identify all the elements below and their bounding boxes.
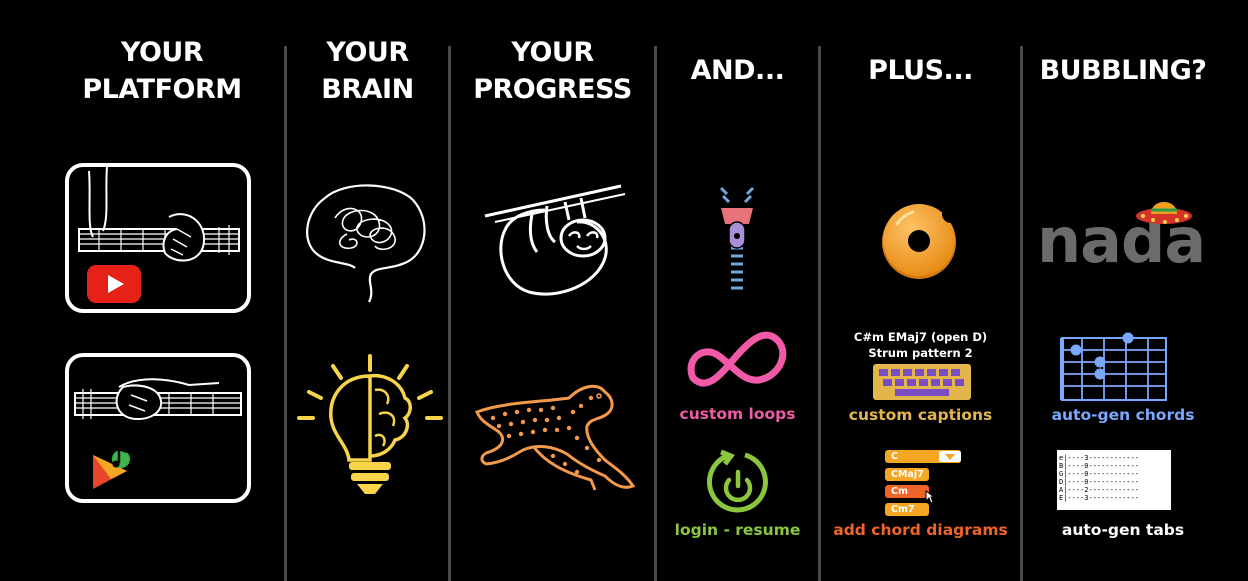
column-title: AND...: [690, 55, 785, 86]
chord-option-selected[interactable]: Cm: [885, 485, 929, 498]
infinity-icon: [685, 330, 793, 398]
cheetah-icon: [473, 372, 639, 498]
cursor-icon: [925, 490, 936, 504]
tab-sheet-icon: e|----3------------ B|----0------------ …: [1057, 450, 1171, 510]
column-title: PLUS...: [868, 55, 973, 86]
column-progress: YOUR PROGRESS: [451, 0, 654, 581]
column-title: YOUR BRAIN: [321, 37, 414, 105]
column-bubbling: BUBBLING? nada auto-gen chords e|----3--…: [1023, 0, 1223, 581]
chevron-down-icon[interactable]: [939, 451, 961, 462]
auto-gen-chords-caption: auto-gen chords: [1051, 406, 1195, 424]
tab-line: D|----0------------: [1059, 478, 1140, 486]
custom-loops-caption: custom loops: [679, 405, 796, 423]
sloth-icon: [484, 180, 626, 304]
scribble-brain-icon: [295, 178, 435, 308]
column-title: YOUR PLATFORM: [82, 37, 242, 105]
tab-line: A|----2------------: [1059, 486, 1140, 494]
zipper-icon: [713, 186, 761, 298]
tab-line: G|----0------------: [1059, 470, 1140, 478]
youtube-platform-card[interactable]: [65, 163, 251, 313]
lightbulb-brain-icon: [295, 352, 445, 502]
youtube-icon: [87, 265, 141, 303]
login-resume-caption: login - resume: [674, 521, 801, 539]
chord-option[interactable]: CMaj7: [885, 468, 929, 481]
column-brain: YOUR BRAIN: [287, 0, 448, 581]
custom-captions-caption: custom captions: [848, 406, 993, 424]
auto-gen-tabs-caption: auto-gen tabs: [1061, 521, 1185, 539]
column-and: AND... custom loops login - resume: [657, 0, 818, 581]
column-plus: PLUS... C#m EMaj7 (open D) Strum pattern…: [821, 0, 1020, 581]
chord-diagram-icon: [1060, 332, 1170, 402]
column-title: YOUR PROGRESS: [473, 37, 632, 105]
power-icon: [705, 449, 771, 516]
tab-line: E|----3------------: [1059, 494, 1140, 502]
column-title: BUBBLING?: [1039, 55, 1207, 86]
donut-icon: [879, 200, 960, 280]
chord-option[interactable]: Cm7: [885, 503, 929, 516]
tab-line: B|----0------------: [1059, 462, 1140, 470]
caption-preview-line2: Strum pattern 2: [868, 346, 973, 360]
music-app-icon: [87, 443, 135, 493]
caption-preview-line1: C#m EMaj7 (open D): [853, 330, 988, 344]
keyboard-icon: [873, 364, 971, 400]
add-chord-diagrams-caption: add chord diagrams: [833, 521, 1008, 539]
column-platform: YOUR PLATFORM: [40, 0, 284, 581]
chord-selector[interactable]: C CMaj7 Cm Cm7: [885, 450, 963, 520]
sombrero-icon: [1135, 192, 1193, 226]
music-app-platform-card[interactable]: [65, 353, 251, 503]
tab-line: e|----3------------: [1059, 454, 1140, 462]
